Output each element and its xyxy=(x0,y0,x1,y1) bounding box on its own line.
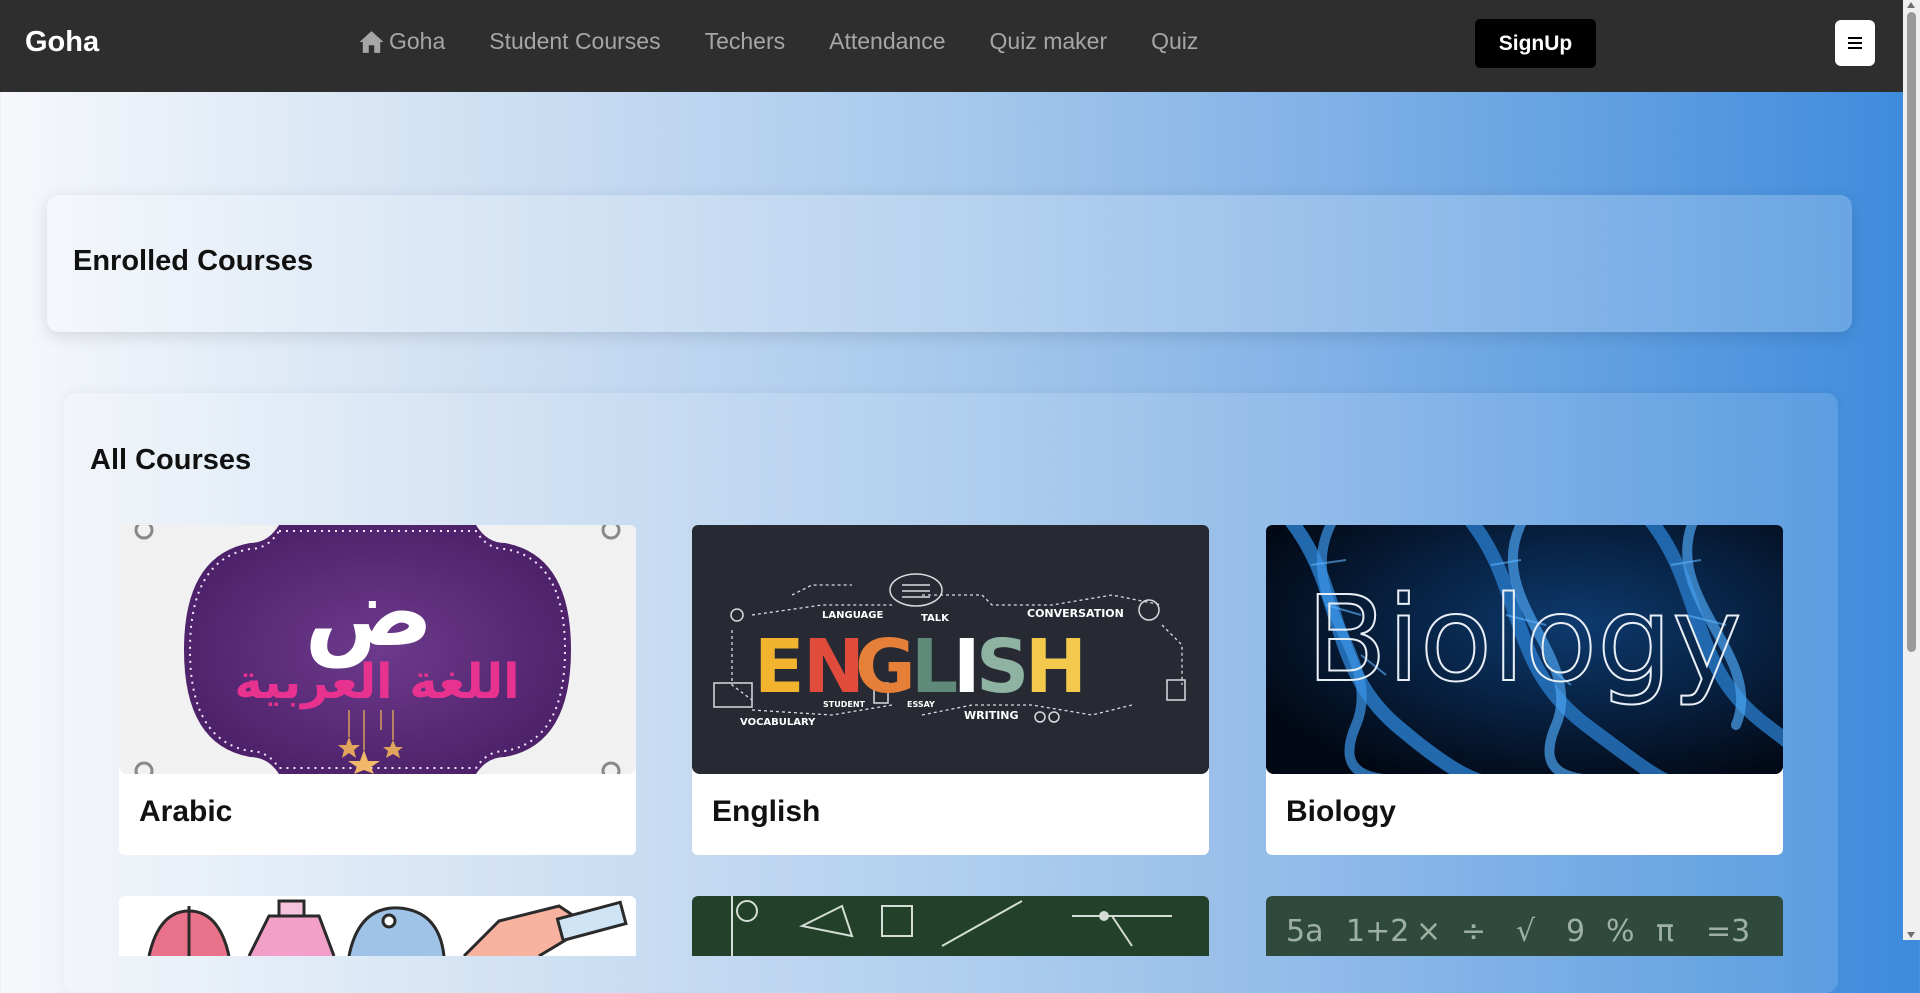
enrolled-courses-panel: Enrolled Courses xyxy=(47,195,1852,332)
course-card-english[interactable]: LANGUAGE TALK CONVERSATION VOCABULARY ST… xyxy=(692,525,1209,855)
course-title[interactable]: English xyxy=(712,795,820,829)
navbar-toggler-button[interactable] xyxy=(1835,20,1875,66)
svg-text:%: % xyxy=(1606,914,1635,949)
course-image-arabic: ض اللغة العربية xyxy=(119,525,636,774)
brand-logo[interactable]: Goha xyxy=(25,26,99,59)
svg-text:E: E xyxy=(754,624,805,710)
course-card-arabic[interactable]: ض اللغة العربية Arabic xyxy=(119,525,636,855)
scrollbar-thumb[interactable] xyxy=(1907,12,1916,652)
svg-text:9: 9 xyxy=(1566,914,1585,949)
page-scrollbar[interactable] xyxy=(1903,0,1920,940)
english-word-writing: WRITING xyxy=(964,709,1019,722)
arabic-image-text: اللغة العربية xyxy=(234,654,519,710)
signup-button[interactable]: SignUp xyxy=(1475,19,1596,68)
course-image-biology: Biology xyxy=(1266,525,1783,774)
english-word-language: LANGUAGE xyxy=(822,610,883,621)
svg-text:1+2: 1+2 xyxy=(1346,914,1409,949)
nav-link-attendance[interactable]: Attendance xyxy=(829,28,945,55)
course-card-chemistry[interactable] xyxy=(119,896,636,956)
nav-link-teachers[interactable]: Techers xyxy=(705,28,786,55)
svg-text:=3: =3 xyxy=(1706,914,1750,949)
course-image-physics xyxy=(692,896,1209,956)
arabic-letter: ض xyxy=(304,556,433,669)
home-icon xyxy=(359,30,384,53)
biology-image-text: Biology xyxy=(1306,570,1742,708)
svg-text:L: L xyxy=(911,624,958,710)
nav-link-student-courses[interactable]: Student Courses xyxy=(489,28,660,55)
english-word-conversation: CONVERSATION xyxy=(1027,607,1124,620)
nav-link-home[interactable]: Goha xyxy=(358,28,445,55)
nav-links: Goha Student Courses Techers Attendance … xyxy=(358,28,1242,55)
course-card-biology[interactable]: Biology Biology xyxy=(1266,525,1783,855)
svg-text:π: π xyxy=(1656,914,1674,949)
svg-text:G: G xyxy=(855,624,916,710)
svg-text:5a: 5a xyxy=(1286,914,1323,949)
english-word-talk: TALK xyxy=(921,613,950,624)
course-card-physics[interactable] xyxy=(692,896,1209,956)
nav-link-quiz-maker[interactable]: Quiz maker xyxy=(990,28,1108,55)
svg-text:√: √ xyxy=(1516,914,1536,949)
course-card-math[interactable]: 5a 1+2 × ÷ √ 9 % π =3 xyxy=(1266,896,1783,956)
all-courses-heading: All Courses xyxy=(90,444,252,476)
svg-text:H: H xyxy=(1025,624,1087,710)
nav-link-quiz[interactable]: Quiz xyxy=(1151,28,1198,55)
enrolled-courses-heading: Enrolled Courses xyxy=(73,245,314,277)
scroll-down-arrow-icon[interactable] xyxy=(1907,932,1915,938)
scroll-up-arrow-icon[interactable] xyxy=(1907,2,1915,8)
course-title[interactable]: Arabic xyxy=(139,795,232,829)
svg-text:÷: ÷ xyxy=(1461,914,1486,949)
hamburger-icon xyxy=(1848,36,1862,50)
course-image-english: LANGUAGE TALK CONVERSATION VOCABULARY ST… xyxy=(692,525,1209,774)
english-word-vocabulary: VOCABULARY xyxy=(740,717,816,728)
svg-text:×: × xyxy=(1416,914,1441,949)
course-image-math: 5a 1+2 × ÷ √ 9 % π =3 xyxy=(1266,896,1783,956)
course-image-chemistry xyxy=(119,896,636,956)
nav-link-label: Goha xyxy=(389,28,446,54)
svg-text:S: S xyxy=(976,624,1029,710)
top-navbar: Goha Goha Student Courses Techers Attend… xyxy=(0,0,1903,92)
course-title[interactable]: Biology xyxy=(1286,795,1396,829)
